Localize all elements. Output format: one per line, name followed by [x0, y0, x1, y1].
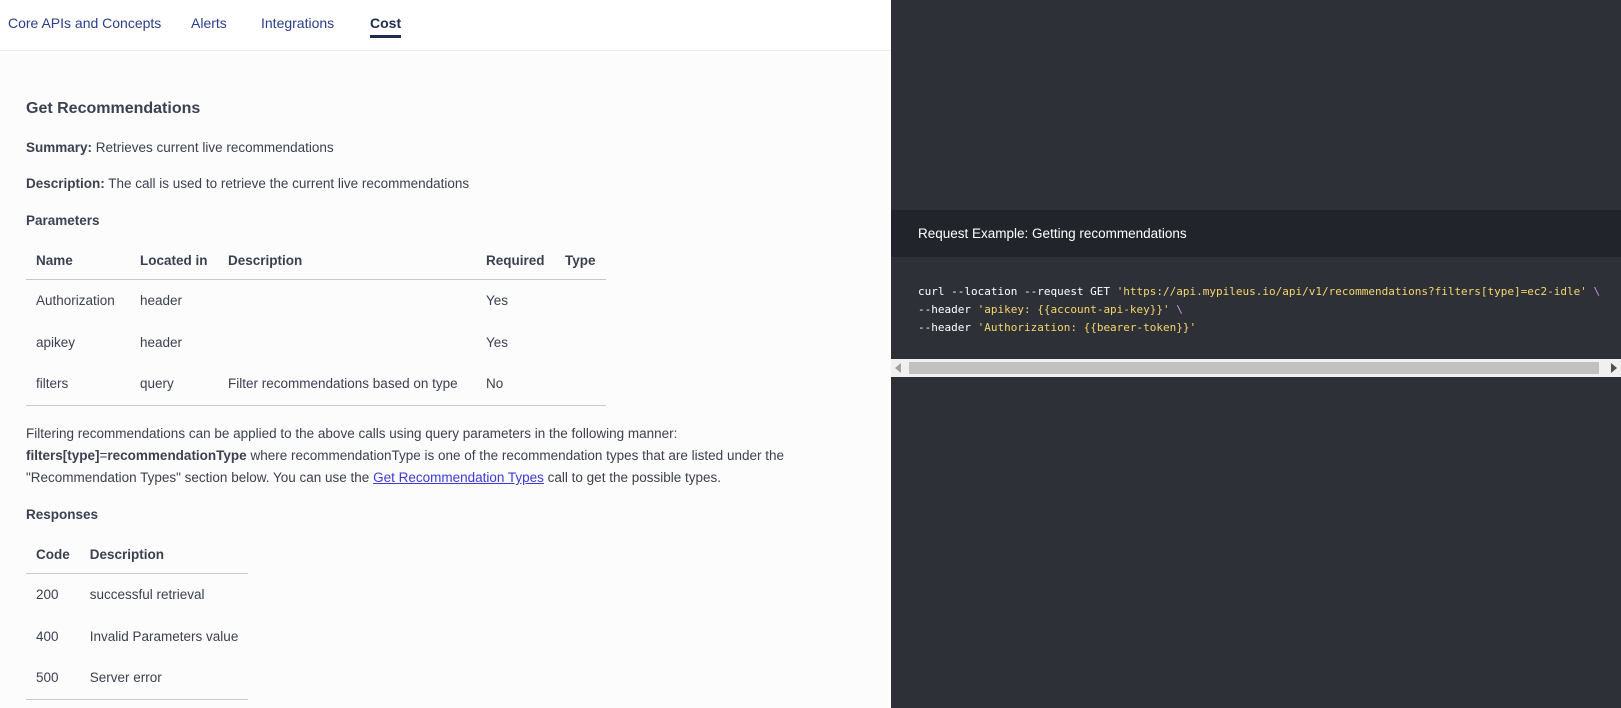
param-type: [555, 321, 606, 363]
responses-title: Responses: [26, 507, 99, 522]
col-description: Description: [218, 243, 476, 280]
table-row: filters query Filter recommendations bas…: [26, 363, 606, 406]
param-location: header: [140, 292, 183, 308]
code-panel: Request Example: Getting recommendations…: [891, 0, 1621, 708]
table-row: 400 Invalid Parameters value: [26, 615, 248, 657]
tab-core-apis[interactable]: Core APIs and Concepts: [8, 15, 161, 31]
docs-panel: Core APIs and Concepts Alerts Integratio…: [0, 0, 891, 708]
code-line2-flag: --header: [918, 303, 978, 316]
curl-code: curl --location --request GET 'https://a…: [918, 283, 1600, 337]
param-description: [218, 321, 476, 363]
code-line1-cmd: curl --location --request GET: [918, 285, 1117, 298]
filtering-paragraph: Filtering recommendations can be applied…: [26, 423, 856, 489]
summary-text: Retrieves current live recommendations: [92, 140, 334, 155]
param-name: Authorization: [36, 292, 115, 308]
response-description: successful retrieval: [89, 586, 205, 602]
scroll-left-arrow-icon[interactable]: [895, 363, 901, 373]
filtering-line3-start: "Recommendation Types" section below. Yo…: [26, 470, 374, 485]
code-block[interactable]: curl --location --request GET 'https://a…: [891, 257, 1621, 359]
description-text: The call is used to retrieve the current…: [104, 176, 470, 191]
filter-value: recommendationType: [107, 448, 247, 463]
table-row: Authorization header Yes: [26, 279, 606, 321]
horizontal-scrollbar[interactable]: [891, 359, 1621, 377]
responses-header-row: Code Description: [26, 537, 249, 574]
param-name: filters: [26, 363, 130, 406]
filtering-line3-end: call to get the possible types.: [543, 470, 722, 485]
col-code: Code: [26, 537, 80, 574]
responses-table: Code Description 200 successful retrieva…: [26, 537, 249, 700]
response-code: 400: [36, 628, 59, 644]
code-line2-cont: \: [1169, 303, 1183, 316]
param-location: query: [130, 363, 218, 406]
description-label: Description:: [26, 176, 105, 191]
col-name: Name: [26, 243, 130, 280]
col-type: Type: [555, 243, 606, 280]
request-example-title: Request Example: Getting recommendations: [918, 226, 1187, 241]
param-description: [218, 279, 476, 321]
get-recommendation-types-link[interactable]: Get Recommendation Types: [373, 470, 544, 485]
endpoint-title: Get Recommendations: [26, 100, 201, 117]
param-type: [555, 363, 606, 406]
table-row: 200 successful retrieval: [26, 573, 248, 615]
response-description: Server error: [79, 657, 249, 700]
code-line1-cont: \: [1586, 285, 1601, 298]
top-navigation: Core APIs and Concepts Alerts Integratio…: [0, 0, 891, 51]
code-line3-val: 'Authorization: {{bearer-token}}': [977, 321, 1197, 334]
scroll-right-arrow-icon[interactable]: [1611, 363, 1617, 373]
summary-label: Summary:: [26, 140, 93, 155]
param-description: Filter recommendations based on type: [218, 363, 476, 406]
scrollbar-thumb[interactable]: [909, 362, 1599, 374]
code-line3-flag: --header: [918, 321, 978, 334]
param-type: [555, 279, 606, 321]
tab-integrations[interactable]: Integrations: [261, 15, 334, 31]
filtering-line1: Filtering recommendations can be applied…: [26, 426, 678, 441]
summary-line: Summary: Retrieves current live recommen…: [26, 140, 334, 155]
response-description: Invalid Parameters value: [89, 628, 239, 644]
code-line1-url: 'https://api.mypileus.io/api/v1/recommen…: [1116, 285, 1587, 298]
parameters-table: Name Located in Description Required Typ…: [26, 243, 606, 406]
request-example-header: Request Example: Getting recommendations: [891, 210, 1621, 257]
code-line2-val: 'apikey: {{account-api-key}}': [977, 303, 1170, 316]
param-location: header: [140, 334, 183, 350]
param-name: apikey: [36, 334, 76, 350]
parameters-title: Parameters: [26, 213, 100, 228]
param-required: Yes: [486, 292, 509, 308]
param-required: Yes: [486, 334, 509, 350]
table-row: apikey header Yes: [26, 321, 606, 363]
tab-alerts[interactable]: Alerts: [191, 15, 227, 31]
response-code: 200: [36, 586, 59, 602]
table-row: 500 Server error: [26, 657, 249, 700]
col-required: Required: [476, 243, 555, 280]
col-response-description: Description: [79, 537, 249, 574]
tab-cost[interactable]: Cost: [370, 15, 402, 38]
response-code: 500: [26, 657, 80, 700]
param-required: No: [476, 363, 555, 406]
description-line: Description: The call is used to retriev…: [26, 176, 469, 191]
col-located-in: Located in: [130, 243, 218, 280]
filtering-line2: where recommendationType is one of the r…: [246, 448, 784, 463]
filter-code: filters[type]: [26, 448, 100, 463]
parameters-header-row: Name Located in Description Required Typ…: [26, 243, 606, 280]
